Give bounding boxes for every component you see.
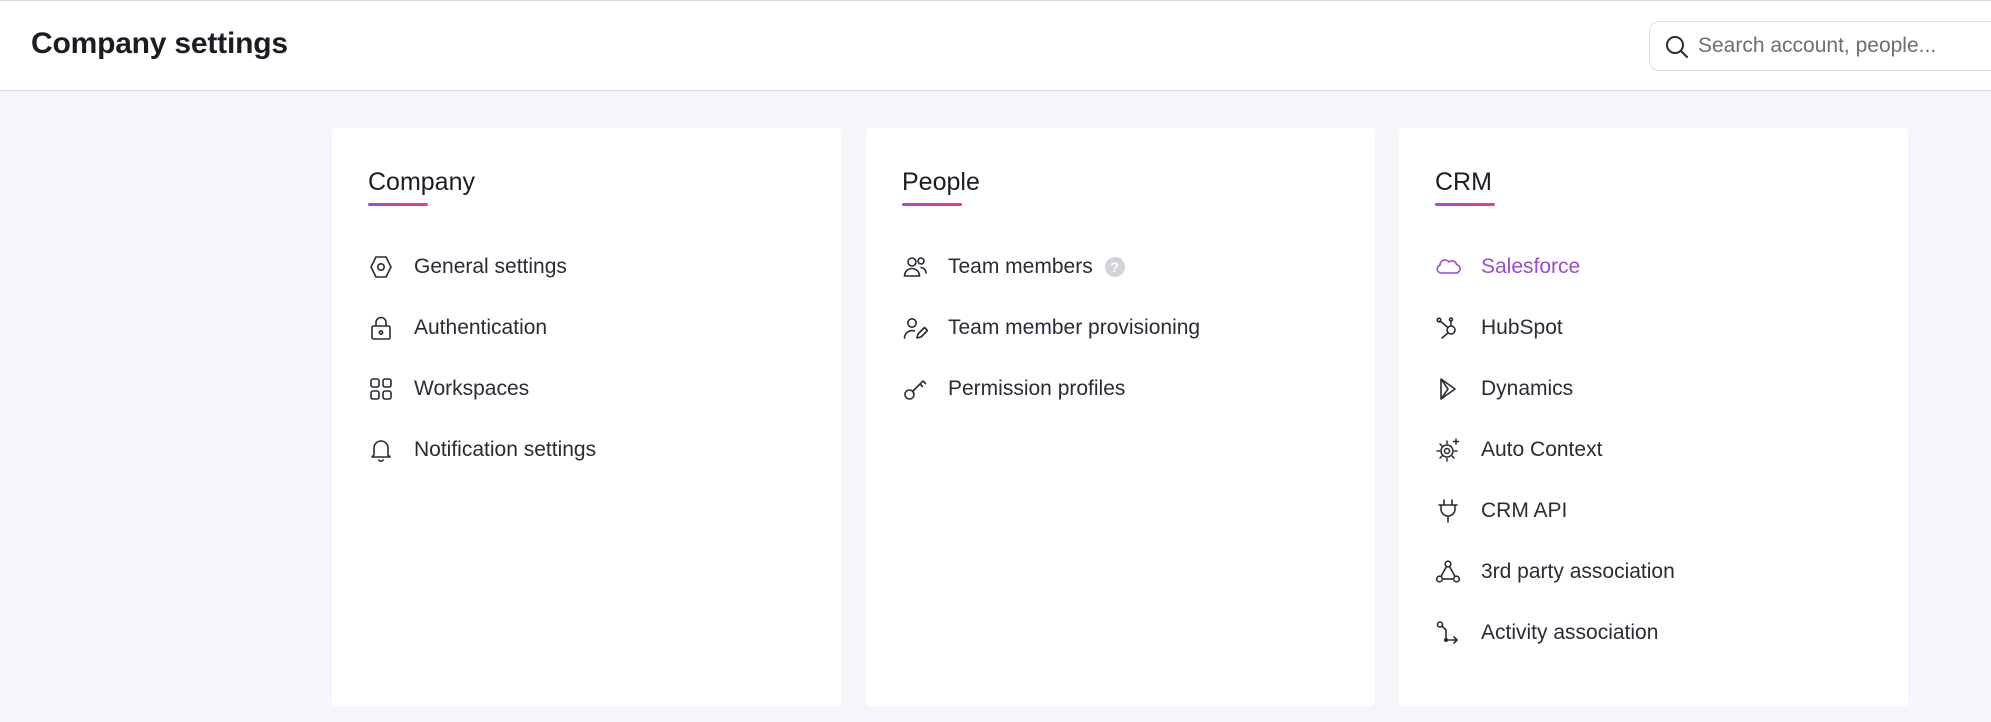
help-badge[interactable]: ? <box>1104 257 1125 277</box>
user-edit-icon <box>902 315 928 341</box>
menu-item-label: General settings <box>414 255 567 278</box>
menu-item-permission-profiles[interactable]: Permission profiles <box>902 369 1342 409</box>
menu-item-label: Team members <box>948 255 1093 278</box>
menu-item-label: Dynamics <box>1481 377 1574 400</box>
hexagon-icon <box>368 254 394 280</box>
grid-icon <box>368 376 394 402</box>
menu-item-activity-association[interactable]: Activity association <box>1435 613 1875 653</box>
menu-item-label: Activity association <box>1481 621 1659 644</box>
menu-item-label: Team member provisioning <box>948 316 1201 339</box>
page-title: Company settings <box>31 27 288 60</box>
menu-item-notification-settings[interactable]: Notification settings <box>368 430 808 470</box>
menu-item-workspaces[interactable]: Workspaces <box>368 369 808 409</box>
menu-item-dynamics[interactable]: Dynamics <box>1435 369 1875 409</box>
menu-item-crm-api[interactable]: CRM API <box>1435 491 1875 531</box>
menu-item-team-members[interactable]: Team members ? <box>902 247 1342 287</box>
menu-item-label: Authentication <box>414 316 548 339</box>
dynamics-icon <box>1435 376 1461 402</box>
bell-icon <box>368 437 394 463</box>
title-underline <box>902 203 962 206</box>
people-card: People Team members ? Team member provis… <box>866 128 1375 706</box>
cloud-icon <box>1435 254 1461 280</box>
key-icon <box>902 376 928 402</box>
menu-item-team-member-provisioning[interactable]: Team member provisioning <box>902 308 1342 348</box>
menu-item-label: Salesforce <box>1481 255 1581 278</box>
crm-card: CRM Salesforce HubSpot Dynamics Auto Con… <box>1399 128 1908 706</box>
menu-item-label: HubSpot <box>1481 316 1563 339</box>
card-title-people: People <box>902 168 980 196</box>
gear-sparkle-icon <box>1435 437 1461 463</box>
menu-item-3rd-party-association[interactable]: 3rd party association <box>1435 552 1875 592</box>
menu-item-label: Auto Context <box>1481 438 1603 461</box>
menu-item-label: 3rd party association <box>1481 560 1675 583</box>
company-card: Company General settings Authentication … <box>332 128 841 706</box>
menu-item-auto-context[interactable]: Auto Context <box>1435 430 1875 470</box>
menu-item-label: Permission profiles <box>948 377 1126 400</box>
title-underline <box>368 203 428 206</box>
menu-item-salesforce[interactable]: Salesforce <box>1435 247 1875 287</box>
card-title-company: Company <box>368 168 475 196</box>
search-icon <box>1664 34 1690 60</box>
top-bar: Company settings <box>0 0 1991 91</box>
menu-item-label: Notification settings <box>414 438 597 461</box>
hubspot-icon <box>1435 315 1461 341</box>
plug-icon <box>1435 498 1461 524</box>
branch-icon <box>1435 620 1461 646</box>
search-input[interactable] <box>1698 30 1991 62</box>
menu-item-authentication[interactable]: Authentication <box>368 308 808 348</box>
network-icon <box>1435 559 1461 585</box>
card-title-crm: CRM <box>1435 168 1492 196</box>
menu-item-hubspot[interactable]: HubSpot <box>1435 308 1875 348</box>
menu-item-general-settings[interactable]: General settings <box>368 247 808 287</box>
users-icon <box>902 254 928 280</box>
title-underline <box>1435 203 1495 206</box>
menu-item-label: Workspaces <box>414 377 530 400</box>
lock-icon <box>368 315 394 341</box>
menu-item-label: CRM API <box>1481 499 1568 522</box>
search-box[interactable] <box>1649 21 1991 71</box>
